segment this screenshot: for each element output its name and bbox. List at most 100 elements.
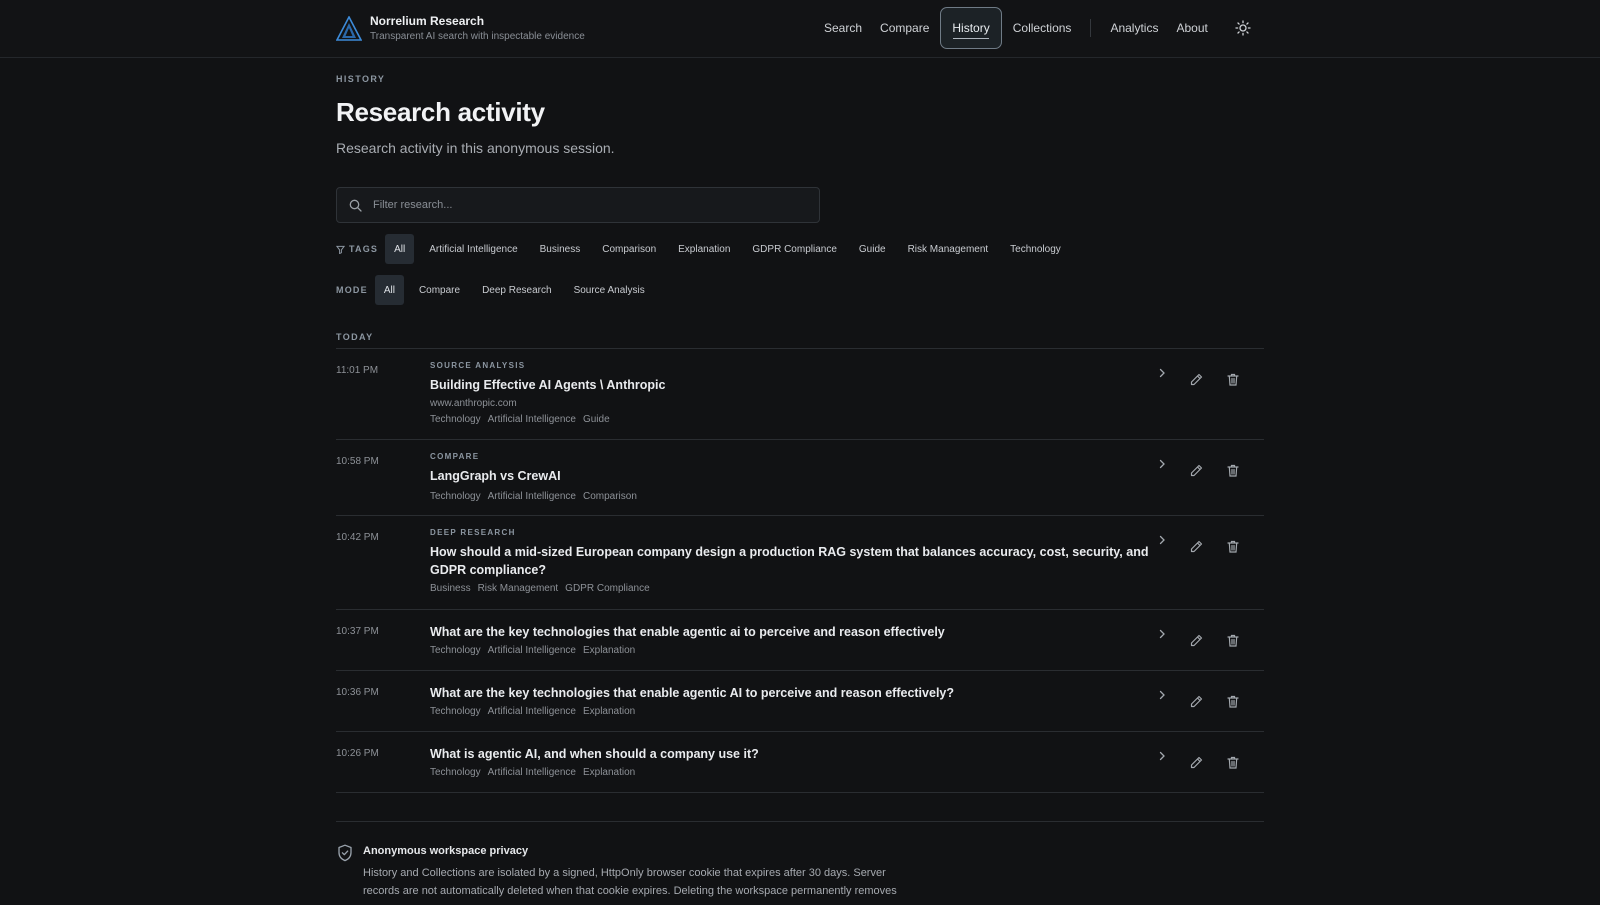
row-tags: Technology Artificial Intelligence Expla…: [430, 645, 1160, 656]
row-source-url[interactable]: www.anthropic.com: [430, 398, 1160, 409]
trash-icon: [1227, 464, 1239, 477]
theme-toggle-button[interactable]: [1235, 20, 1251, 36]
history-row[interactable]: 10:58 PM COMPARE LangGraph vs CrewAI Tec…: [336, 440, 1264, 516]
row-actions: [1154, 365, 1264, 387]
edit-item-button[interactable]: [1188, 538, 1204, 554]
edit-item-button[interactable]: [1188, 693, 1204, 709]
row-content: SOURCE ANALYSIS Building Effective AI Ag…: [430, 361, 1160, 425]
nav-analytics[interactable]: Analytics: [1101, 7, 1167, 49]
section-divider: [336, 821, 1264, 822]
tag-chip-business[interactable]: Business: [529, 234, 592, 264]
tag-chip-all[interactable]: All: [385, 234, 415, 264]
privacy-text: History and Collections are isolated by …: [363, 867, 897, 897]
row-actions: [1154, 456, 1264, 478]
row-tag: Explanation: [582, 767, 636, 778]
mode-filter-row: MODE All Compare Deep Research Source An…: [336, 275, 656, 305]
history-row[interactable]: 10:26 PM What is agentic AI, and when sh…: [336, 732, 1264, 793]
pencil-icon: [1190, 695, 1202, 707]
row-title[interactable]: Building Effective AI Agents \ Anthropic: [430, 376, 1160, 394]
row-tag: Artificial Intelligence: [487, 414, 576, 425]
tag-chip-comparison[interactable]: Comparison: [591, 234, 667, 264]
tag-chip-explanation[interactable]: Explanation: [667, 234, 741, 264]
page-subtitle: Research activity in this anonymous sess…: [336, 140, 615, 156]
delete-item-button[interactable]: [1225, 371, 1241, 387]
edit-item-button[interactable]: [1188, 632, 1204, 648]
row-title[interactable]: How should a mid-sized European company …: [430, 543, 1160, 579]
tag-chip-gdpr-compliance[interactable]: GDPR Compliance: [741, 234, 847, 264]
main-nav: Search Compare History Collections Analy…: [815, 7, 1251, 49]
filter-research-input[interactable]: [371, 198, 775, 212]
tag-chip-guide[interactable]: Guide: [848, 234, 897, 264]
delete-item-button[interactable]: [1225, 754, 1241, 770]
edit-item-button[interactable]: [1188, 754, 1204, 770]
chevron-right-icon: [1159, 690, 1165, 700]
row-tags: Technology Artificial Intelligence Guide: [430, 414, 1160, 425]
row-tag: Technology: [430, 491, 481, 502]
history-row[interactable]: 10:37 PM What are the key technologies t…: [336, 610, 1264, 671]
row-mode-badge: DEEP RESEARCH: [430, 528, 516, 537]
open-item-button[interactable]: [1154, 456, 1170, 472]
nav-compare[interactable]: Compare: [871, 7, 938, 49]
delete-item-button[interactable]: [1225, 632, 1241, 648]
history-list: 11:01 PM SOURCE ANALYSIS Building Effect…: [336, 348, 1264, 793]
chevron-right-icon: [1159, 751, 1165, 761]
row-actions: [1154, 748, 1264, 770]
row-tags: Technology Artificial Intelligence Expla…: [430, 767, 1160, 778]
row-title[interactable]: What are the key technologies that enabl…: [430, 684, 1160, 702]
row-mode-badge: SOURCE ANALYSIS: [430, 361, 526, 370]
chevron-right-icon: [1159, 368, 1165, 378]
row-tag: Comparison: [582, 491, 637, 502]
edit-item-button[interactable]: [1188, 462, 1204, 478]
page-title: Research activity: [336, 97, 545, 127]
mode-chip-deep-research[interactable]: Deep Research: [471, 275, 562, 305]
pencil-icon: [1190, 756, 1202, 768]
filter-search-box: [336, 187, 820, 223]
delete-item-button[interactable]: [1225, 462, 1241, 478]
mode-chip-compare[interactable]: Compare: [408, 275, 471, 305]
row-title[interactable]: LangGraph vs CrewAI: [430, 467, 1160, 485]
nav-collections[interactable]: Collections: [1004, 7, 1081, 49]
open-item-button[interactable]: [1154, 687, 1170, 703]
page-eyebrow: HISTORY: [336, 74, 386, 84]
delete-item-button[interactable]: [1225, 538, 1241, 554]
mode-chip-source-analysis[interactable]: Source Analysis: [563, 275, 656, 305]
mode-chip-all[interactable]: All: [374, 275, 404, 305]
row-tag: Artificial Intelligence: [487, 767, 576, 778]
nav-search[interactable]: Search: [815, 7, 871, 49]
tag-chip-risk-management[interactable]: Risk Management: [897, 234, 1000, 264]
history-row[interactable]: 10:42 PM DEEP RESEARCH How should a mid-…: [336, 516, 1264, 610]
sun-icon: [1235, 20, 1251, 36]
nav-history[interactable]: History: [940, 7, 1002, 49]
nav-about[interactable]: About: [1167, 7, 1216, 49]
row-time: 10:37 PM: [336, 626, 379, 637]
privacy-title: Anonymous workspace privacy: [363, 845, 529, 857]
row-title[interactable]: What is agentic AI, and when should a co…: [430, 745, 1160, 763]
row-tag: Artificial Intelligence: [487, 706, 576, 717]
trash-icon: [1227, 373, 1239, 386]
row-time: 10:26 PM: [336, 748, 379, 759]
row-actions: [1154, 687, 1264, 709]
open-item-button[interactable]: [1154, 365, 1170, 381]
row-time: 10:42 PM: [336, 532, 379, 543]
open-item-button[interactable]: [1154, 626, 1170, 642]
row-title[interactable]: What are the key technologies that enabl…: [430, 623, 1160, 641]
row-actions: [1154, 532, 1264, 554]
brand[interactable]: Norrelium Research Transparent AI search…: [336, 14, 585, 44]
row-tag: Technology: [430, 414, 481, 425]
row-tag: Artificial Intelligence: [487, 645, 576, 656]
row-tag: GDPR Compliance: [565, 583, 650, 594]
delete-item-button[interactable]: [1225, 693, 1241, 709]
pencil-icon: [1190, 540, 1202, 552]
brand-tagline: Transparent AI search with inspectable e…: [370, 31, 585, 42]
tag-chip-artificial-intelligence[interactable]: Artificial Intelligence: [418, 234, 528, 264]
row-tag: Technology: [430, 706, 481, 717]
brand-name: Norrelium Research: [370, 14, 485, 28]
tag-chip-technology[interactable]: Technology: [999, 234, 1072, 264]
row-content: What is agentic AI, and when should a co…: [430, 740, 1160, 778]
pencil-icon: [1190, 464, 1202, 476]
open-item-button[interactable]: [1154, 748, 1170, 764]
history-row[interactable]: 10:36 PM What are the key technologies t…: [336, 671, 1264, 732]
history-row[interactable]: 11:01 PM SOURCE ANALYSIS Building Effect…: [336, 349, 1264, 440]
open-item-button[interactable]: [1154, 532, 1170, 548]
edit-item-button[interactable]: [1188, 371, 1204, 387]
